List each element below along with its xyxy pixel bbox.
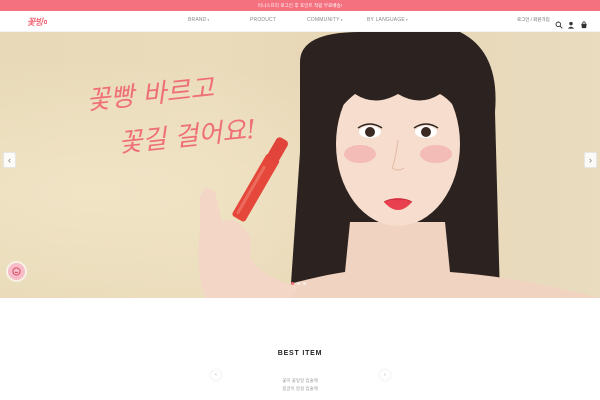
hero-pagination bbox=[291, 282, 306, 285]
site-logo[interactable]: 꽃빙 bbox=[27, 14, 47, 29]
hero-banner[interactable]: 꽃빵 바르고 꽃길 걸어요! ‹ › bbox=[0, 32, 600, 298]
chevron-down-icon: ▾ bbox=[340, 18, 343, 22]
nav-by-language-label: BY LANGUAGE bbox=[367, 17, 405, 23]
nav-community-label: COMMUNITY bbox=[307, 17, 340, 23]
nav-product[interactable]: PRODUCT bbox=[250, 17, 276, 23]
announcement-text: 이니스프리 로그인 후 포인트 적립 무료배송! bbox=[257, 2, 343, 8]
chevron-down-icon: ▾ bbox=[405, 18, 408, 22]
site-header: 꽃빙 BRAND▾ PRODUCT COMMUNITY▾ BY LANGUAGE… bbox=[0, 11, 600, 32]
best-item-text-1: 꽃이 꽃잎일 입술에 bbox=[282, 378, 318, 383]
logo-mark-icon bbox=[43, 19, 47, 24]
announcement-bar: 이니스프리 로그인 후 포인트 적립 무료배송! bbox=[0, 0, 600, 11]
hero-next-button[interactable]: › bbox=[584, 152, 597, 168]
chat-button[interactable] bbox=[8, 263, 25, 280]
chat-icon bbox=[12, 267, 21, 276]
nav-product-label: PRODUCT bbox=[250, 17, 277, 23]
slide-dot[interactable] bbox=[303, 282, 306, 285]
chevron-down-icon: ▾ bbox=[207, 18, 210, 22]
nav-brand[interactable]: BRAND▾ bbox=[188, 17, 209, 23]
chevron-left-icon: ‹ bbox=[8, 155, 11, 165]
cart-icon[interactable] bbox=[580, 16, 588, 29]
user-icon[interactable] bbox=[567, 16, 575, 29]
hero-prev-button[interactable]: ‹ bbox=[3, 152, 16, 168]
search-icon[interactable] bbox=[555, 16, 563, 29]
slide-dot[interactable] bbox=[291, 282, 294, 285]
chevron-right-icon: › bbox=[589, 155, 592, 165]
login-signup-link[interactable]: 로그인 / 회원가입 bbox=[517, 17, 550, 23]
best-item-text-2: 몽글이 몽실 입술에 bbox=[282, 386, 318, 391]
slide-dot[interactable] bbox=[297, 282, 300, 285]
nav-brand-label: BRAND bbox=[188, 17, 207, 23]
nav-community[interactable]: COMMUNITY▾ bbox=[307, 17, 343, 23]
hero-model-image bbox=[198, 32, 600, 298]
nav-by-language[interactable]: BY LANGUAGE▾ bbox=[367, 17, 408, 23]
best-item-title: BEST ITEM bbox=[277, 350, 323, 357]
logo-text: 꽃빙 bbox=[27, 18, 43, 28]
